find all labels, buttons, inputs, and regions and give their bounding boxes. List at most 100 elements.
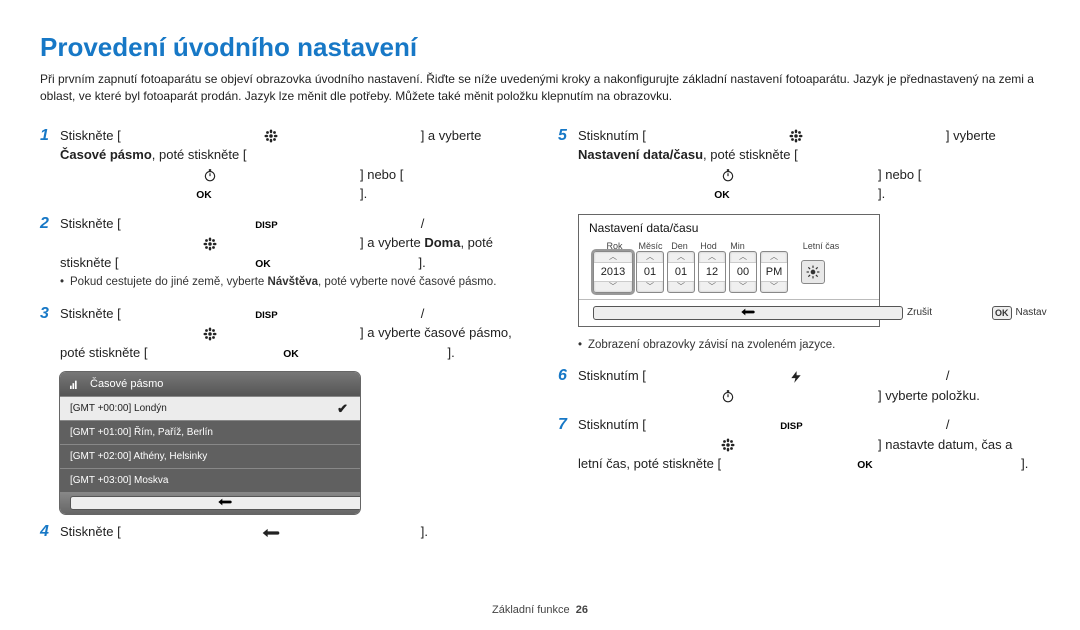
back-key-icon — [593, 306, 903, 320]
dt-labels: Rok Měsíc Den Hod Min Letní čas — [579, 241, 879, 251]
macro-flower-icon — [60, 327, 360, 341]
text: ]. — [1021, 456, 1028, 471]
ok-icon — [721, 459, 1021, 470]
back-icon — [121, 528, 421, 538]
ok-icon — [60, 189, 360, 200]
step-6: 6 Stisknutím [/] vyberte položku. — [558, 366, 1040, 405]
val: 2013 — [594, 262, 632, 282]
text: Stisknutím [ — [578, 417, 646, 432]
page-footer: Základní funkce 26 — [0, 604, 1080, 616]
text: ]. — [447, 345, 454, 360]
text: ] nebo [ — [360, 167, 403, 182]
disp-icon — [646, 420, 946, 431]
ok-icon — [578, 189, 878, 200]
step-2: 2 Stiskněte [/] a vyberte Doma, poté sti… — [40, 214, 522, 294]
macro-flower-icon — [578, 438, 878, 452]
bold-text: Doma — [424, 235, 460, 250]
device-title: Časové pásmo — [90, 378, 163, 390]
bold-text: Časové pásmo — [60, 147, 152, 162]
label-day: Den — [665, 241, 694, 251]
disp-icon — [121, 309, 421, 320]
text: ]. — [419, 255, 426, 270]
text: ] vyberte — [946, 128, 996, 143]
timer-icon — [578, 389, 878, 403]
text: ]. — [360, 186, 367, 201]
text: Stiskněte [ — [60, 128, 121, 143]
spinner-minute: ︿00﹀ — [729, 251, 757, 293]
text: ]. — [421, 524, 428, 539]
label-minute: Min — [723, 241, 752, 251]
step-4: 4 Stiskněte []. — [40, 522, 522, 543]
timer-icon — [60, 168, 360, 182]
dt-spinners: ︿2013﹀ ︿01﹀ ︿01﹀ ︿12﹀ ︿00﹀ ︿PM﹀ — [579, 251, 879, 299]
spinner-hour: ︿12﹀ — [698, 251, 726, 293]
footer-section: Základní funkce — [492, 604, 570, 616]
page-title: Provedení úvodního nastavení — [40, 32, 1040, 63]
step-number: 6 — [558, 366, 578, 387]
device-footer: Zrušit OKNastav — [579, 299, 879, 326]
tz-row: [GMT +01:00] Řím, Paříž, Berlín — [60, 420, 360, 444]
text: , poté vyberte nové časové pásmo. — [318, 276, 496, 288]
dst-toggle — [801, 260, 825, 284]
text: ] a vyberte — [421, 128, 482, 143]
macro-flower-icon — [60, 237, 360, 251]
text: Pokud cestujete do jiné země, vyberte — [70, 276, 268, 288]
val: 01 — [637, 262, 663, 282]
text: ] vyberte položku. — [878, 388, 980, 403]
flash-icon — [646, 370, 946, 384]
step-number: 2 — [40, 214, 60, 235]
step-number: 3 — [40, 304, 60, 325]
text: Stiskněte [ — [60, 216, 121, 231]
val: 01 — [668, 262, 694, 282]
bold-text: Návštěva — [268, 276, 319, 288]
macro-flower-icon — [121, 129, 421, 143]
ok-icon — [147, 348, 447, 359]
set-label: Nastav — [1016, 307, 1047, 318]
lead-paragraph: Při prvním zapnutí fotoaparátu se objeví… — [40, 71, 1040, 106]
text: Stisknutím [ — [578, 368, 646, 383]
bars-icon — [70, 379, 80, 389]
footer-page-number: 26 — [576, 604, 588, 616]
text: , poté stiskněte [ — [703, 147, 798, 162]
step-5: 5 Stisknutím [ ] vyberte Nastavení data/č… — [558, 126, 1040, 204]
step-number: 1 — [40, 126, 60, 147]
label-dst: Letní čas — [781, 241, 865, 251]
label-year: Rok — [593, 241, 636, 251]
disp-icon — [121, 219, 421, 230]
text: ]. — [878, 186, 885, 201]
datetime-device-screenshot: Nastavení data/času Rok Měsíc Den Hod Mi… — [578, 214, 880, 327]
label-month: Měsíc — [636, 241, 665, 251]
device-title: Nastavení data/času — [579, 215, 879, 241]
step-5-sub: Zobrazení obrazovky závisí na zvoleném j… — [558, 335, 1040, 356]
tz-row: [GMT +03:00] Moskva — [60, 468, 360, 492]
spinner-ampm: ︿PM﹀ — [760, 251, 788, 293]
step-number: 7 — [558, 415, 578, 436]
val: 00 — [730, 262, 756, 282]
text: Stisknutím [ — [578, 128, 646, 143]
text: ] a vyberte — [360, 235, 424, 250]
sub-bullet: Zobrazení obrazovky závisí na zvoleném j… — [578, 337, 1040, 354]
ok-icon — [119, 258, 419, 269]
back-key-icon — [70, 496, 360, 510]
cancel-label: Zrušit — [907, 307, 932, 318]
spinner-month: ︿01﹀ — [636, 251, 664, 293]
label-ampm — [752, 241, 781, 251]
sub-bullet: Pokud cestujete do jiné země, vyberte Ná… — [60, 274, 522, 291]
tz-row-selected: [GMT +00:00] Londýn — [60, 396, 360, 420]
spinner-year: ︿2013﹀ — [593, 251, 633, 293]
timer-icon — [578, 168, 878, 182]
step-number: 5 — [558, 126, 578, 147]
device-header: Časové pásmo — [60, 372, 360, 396]
sun-icon — [806, 265, 820, 279]
bold-text: Nastavení data/času — [578, 147, 703, 162]
left-column: 1 Stiskněte [] a vyberte Časové pásmo, p… — [40, 126, 522, 553]
val: PM — [761, 262, 787, 282]
ok-key-icon: OK — [992, 306, 1012, 320]
text: , poté stiskněte [ — [152, 147, 247, 162]
timezone-device-screenshot: Časové pásmo [GMT +00:00] Londýn [GMT +0… — [60, 372, 360, 514]
device-footer: Zpět OKNastav — [60, 492, 360, 514]
spinner-day: ︿01﹀ — [667, 251, 695, 293]
step-1: 1 Stiskněte [ ] a vyberte Časové pásmo, p… — [40, 126, 522, 204]
text: Stiskněte [ — [60, 306, 121, 321]
step-number: 4 — [40, 522, 60, 543]
